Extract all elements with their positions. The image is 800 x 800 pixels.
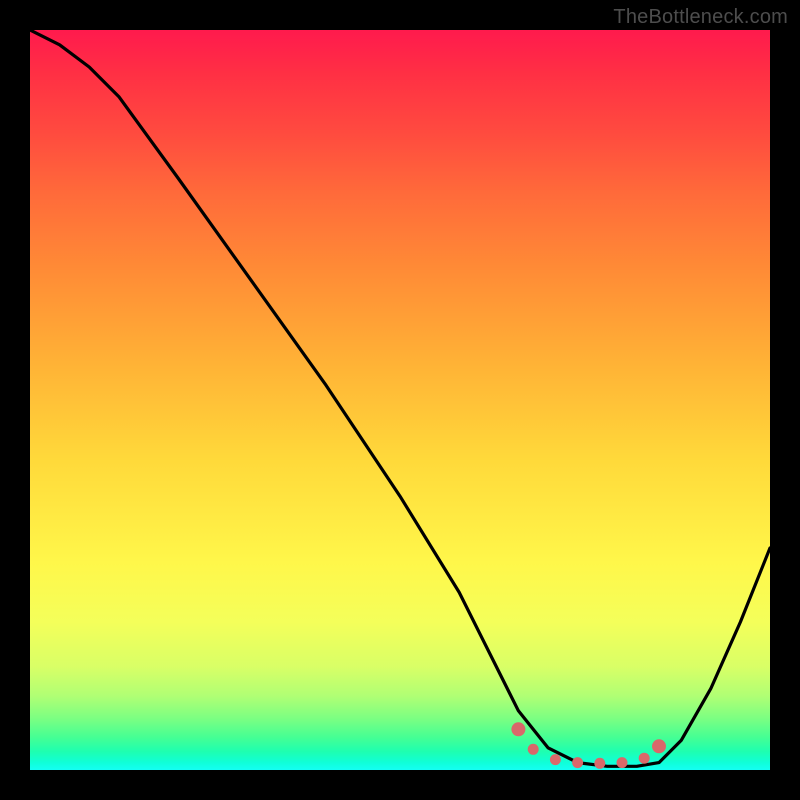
attribution-label: TheBottleneck.com [613, 6, 788, 29]
optimal-band-dot [594, 758, 605, 769]
optimal-band-dot [617, 757, 628, 768]
chart-frame: TheBottleneck.com [0, 0, 800, 800]
optimal-band-dot [511, 722, 525, 736]
curve-layer [30, 30, 770, 770]
optimal-band-dot [528, 744, 539, 755]
bottleneck-curve-path [30, 30, 770, 766]
optimal-band-dot [572, 757, 583, 768]
optimal-band-dot [550, 754, 561, 765]
plot-area [30, 30, 770, 770]
optimal-band-dot [639, 753, 650, 764]
optimal-band-dot [652, 739, 666, 753]
